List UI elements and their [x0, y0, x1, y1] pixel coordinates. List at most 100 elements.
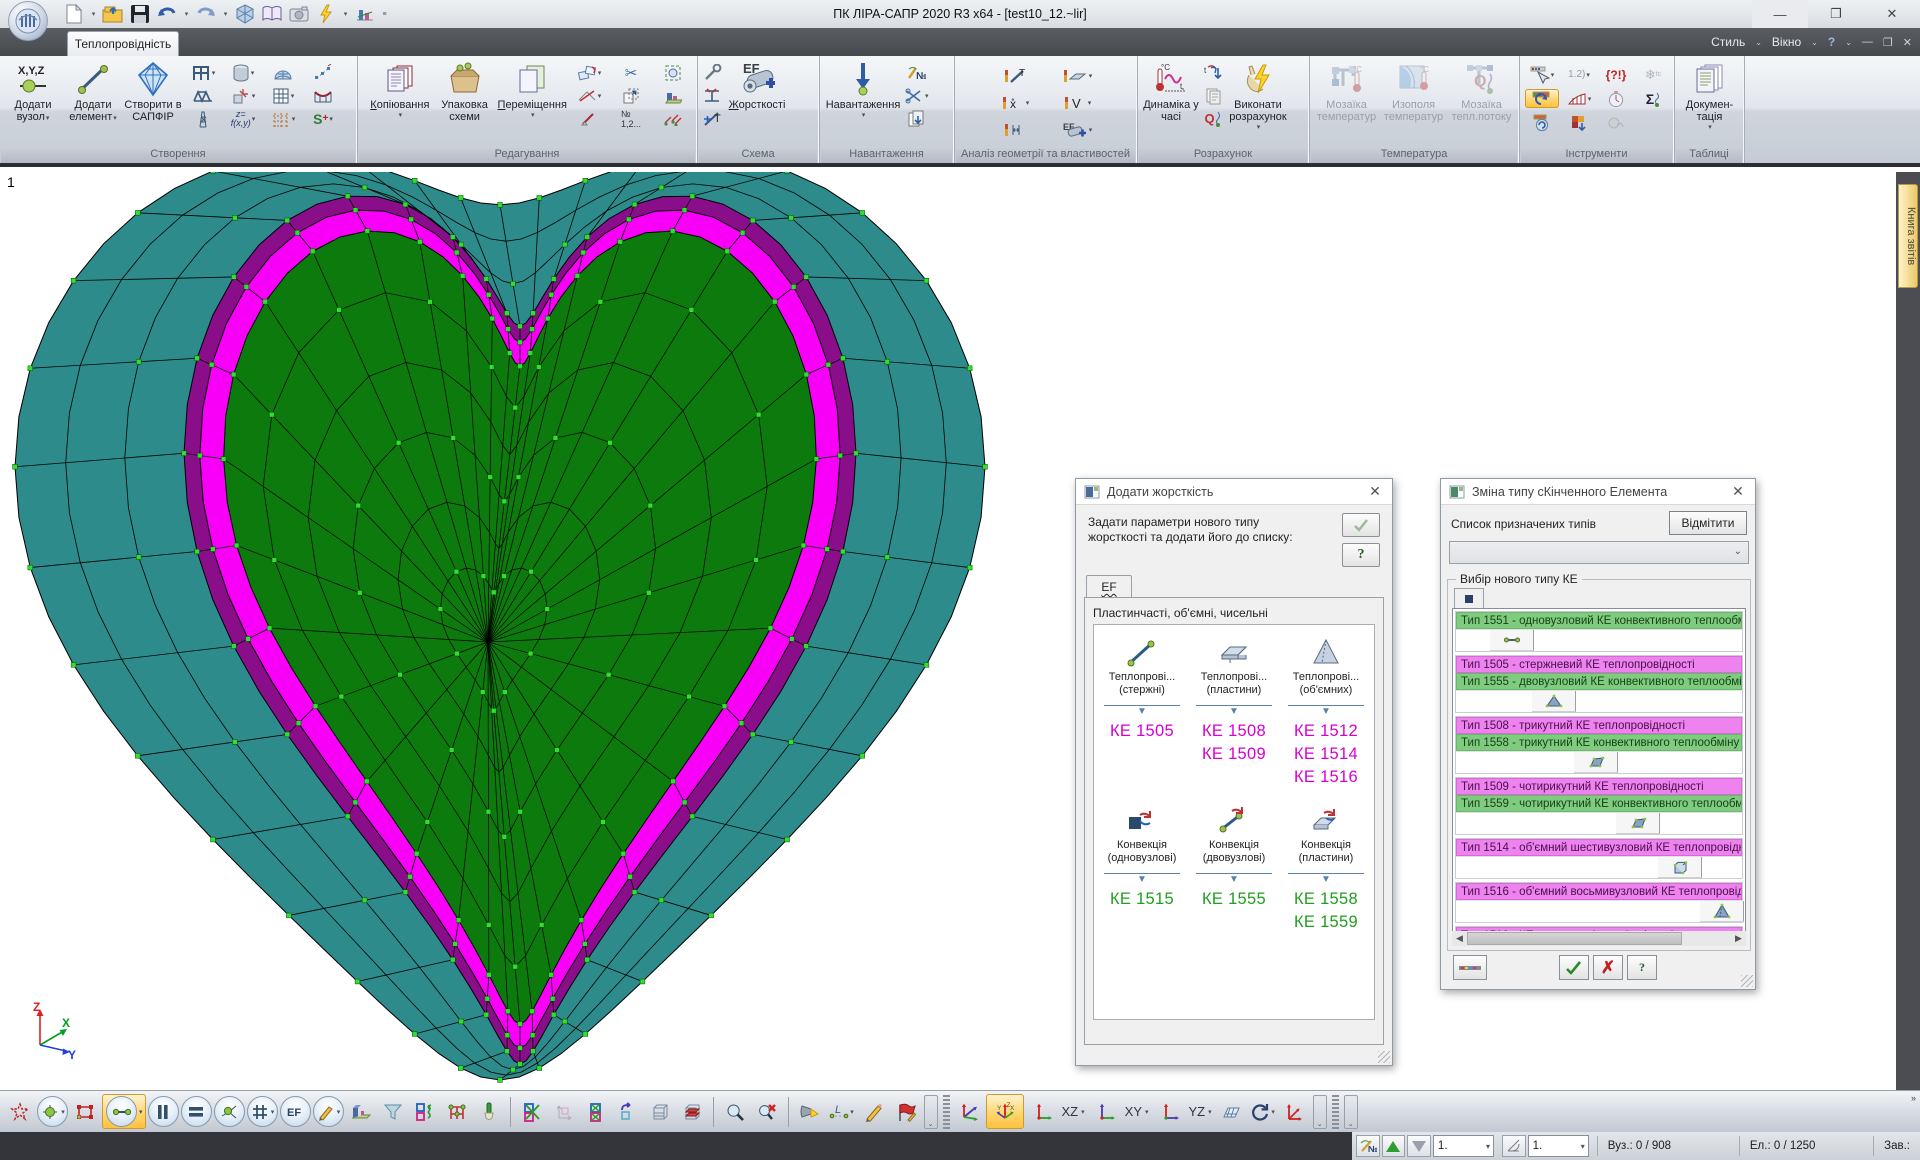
- measure-distance-button[interactable]: L▾: [827, 1096, 857, 1127]
- copy-fragment-icon[interactable]: [611, 86, 651, 105]
- hide-selected-button[interactable]: [517, 1096, 547, 1127]
- ke-number[interactable]: КЕ 1515: [1110, 888, 1174, 911]
- epure-icon[interactable]: ▾: [1561, 89, 1597, 108]
- fe-type-row[interactable]: Тип 1555 - двовузловий КЕ конвективного …: [1456, 673, 1742, 690]
- flag-notes-button[interactable]: [891, 1096, 921, 1127]
- show-floors-button[interactable]: [677, 1096, 707, 1127]
- snapshot-button[interactable]: [287, 2, 311, 26]
- ke-number[interactable]: КЕ 1559: [1294, 911, 1358, 934]
- sum-loads-icon[interactable]: Σ: [1635, 89, 1671, 108]
- draw-selection-dropdown[interactable]: ▾: [337, 1108, 341, 1116]
- renumber-status-icon[interactable]: №: [1356, 1135, 1380, 1157]
- scroll-right-icon[interactable]: ▶: [1731, 933, 1746, 944]
- view-xy-dropdown[interactable]: ▾: [1145, 1108, 1149, 1116]
- palette-button[interactable]: [1453, 955, 1487, 980]
- minimize-button[interactable]: —: [1752, 0, 1808, 28]
- erase-icon[interactable]: [569, 109, 609, 128]
- scrollbar-thumb[interactable]: [1467, 932, 1682, 945]
- cylinder-generator-icon[interactable]: ▾: [224, 63, 262, 82]
- view-isometry-button[interactable]: [954, 1096, 984, 1127]
- toolbar-grip[interactable]: [1332, 1095, 1339, 1129]
- mark-button[interactable]: Відмітити: [1669, 511, 1747, 535]
- show-wireframe-button[interactable]: [645, 1096, 675, 1127]
- rotate-angle-icon[interactable]: [1502, 1135, 1526, 1157]
- renumber-icon[interactable]: №1,2...: [611, 109, 651, 128]
- refresh-secondary-icon[interactable]: [1524, 113, 1560, 132]
- help-menu[interactable]: ?: [1828, 35, 1835, 49]
- restore-button[interactable]: ❐: [1808, 0, 1864, 28]
- rotate-copy-icon[interactable]: ▾: [569, 63, 609, 82]
- nodes-grid-button[interactable]: [70, 1096, 100, 1127]
- frame-generator-icon[interactable]: ▾: [184, 63, 222, 82]
- quad-type-icon[interactable]: [1574, 752, 1618, 773]
- run-calculation-dropdown[interactable]: ▾: [341, 2, 350, 26]
- undo-button[interactable]: [155, 2, 179, 26]
- sapfir-plus-icon[interactable]: S+▾: [304, 109, 342, 128]
- scale-combobox[interactable]: 1.▾: [1433, 1135, 1494, 1157]
- select-by-stiffness-button[interactable]: EF: [280, 1096, 311, 1127]
- scroll-left-icon[interactable]: ◀: [1452, 933, 1467, 944]
- redo-dropdown[interactable]: ▾: [221, 2, 230, 26]
- model-canvas[interactable]: 1 Z X Y Додати жорсткість ✕ Задати парам…: [0, 172, 1896, 1090]
- prism-type-icon[interactable]: [1658, 857, 1702, 878]
- window-menu[interactable]: Вікно: [1772, 35, 1801, 49]
- time-history-icon[interactable]: t: [1202, 63, 1224, 82]
- fe-family-item[interactable]: Теплопрові...(пластини)▼КЕ 1508КЕ 1509: [1188, 635, 1280, 789]
- confirm-button[interactable]: [1342, 513, 1380, 537]
- assigned-types-combobox[interactable]: ⌄: [1449, 541, 1749, 564]
- mosaic-export-icon[interactable]: [1561, 113, 1597, 132]
- move-button[interactable]: Переміщення▾: [498, 59, 568, 145]
- zoom-select-icon[interactable]: [653, 63, 693, 82]
- view-dimetry-button[interactable]: YZX: [990, 1096, 1020, 1127]
- select-grid-lines-dropdown[interactable]: ▾: [271, 1108, 275, 1116]
- view-xz-button[interactable]: XZ▾: [1028, 1096, 1085, 1127]
- view-dimetry-active[interactable]: YZX: [986, 1094, 1024, 1129]
- qat-overflow-button[interactable]: ≡: [380, 2, 389, 26]
- type-category-tab[interactable]: [1454, 588, 1484, 608]
- undo-dropdown[interactable]: ▾: [182, 2, 191, 26]
- node-coords-icon[interactable]: x̊▾: [987, 93, 1043, 112]
- toolbar-grip[interactable]: [943, 1095, 950, 1129]
- select-horizontal-plates-button[interactable]: [181, 1096, 212, 1127]
- select-grid-lines-button[interactable]: ▾: [247, 1096, 278, 1127]
- intersect-rods-icon[interactable]: T: [702, 109, 722, 128]
- cursor-palette-icon[interactable]: ▾: [1524, 65, 1560, 84]
- select-vertical-plates-button[interactable]: [148, 1096, 179, 1127]
- close-button[interactable]: ✕: [1864, 0, 1920, 28]
- fe-type-row[interactable]: Тип 1505 - стержневий КЕ теплопровідност…: [1456, 656, 1742, 673]
- mosaic-temperature-button[interactable]: °C Мозаїка температур: [1314, 59, 1379, 145]
- fe-type-row[interactable]: Тип 1514 - об'ємний шестивузловий КЕ теп…: [1456, 839, 1742, 856]
- distance-info-icon[interactable]: [987, 120, 1043, 139]
- select-elements-active[interactable]: ▾: [102, 1094, 146, 1129]
- load-button[interactable]: Навантаження▾: [824, 59, 902, 145]
- view-yz-dropdown[interactable]: ▾: [1208, 1108, 1212, 1116]
- mirror-icon[interactable]: ▾: [569, 86, 609, 105]
- documentation-button[interactable]: Докумен-тація▾: [1680, 59, 1740, 145]
- fe-family-item[interactable]: Теплопрові...(стержні)▼КЕ 1505: [1096, 635, 1188, 789]
- stiffness-button[interactable]: EF Жорсткості: [724, 59, 790, 145]
- load-number-icon[interactable]: №: [904, 63, 929, 82]
- tab-thermal-conductivity[interactable]: Теплопровідність: [67, 31, 179, 56]
- close-icon[interactable]: ✕: [1729, 483, 1747, 500]
- errors-icon[interactable]: {?!}: [1598, 65, 1634, 84]
- select-elements-button[interactable]: [106, 1096, 137, 1127]
- angle-combobox[interactable]: 1.▾: [1528, 1135, 1589, 1157]
- scale-down-button[interactable]: [1407, 1135, 1431, 1157]
- doc-close-button[interactable]: ✕: [1903, 36, 1912, 49]
- add-node-button[interactable]: X,Y,Z Додати вузол▾: [4, 59, 62, 145]
- view-xz-dropdown[interactable]: ▾: [1081, 1108, 1085, 1116]
- view-xy-button[interactable]: XY▾: [1091, 1096, 1149, 1127]
- node-scatter-icon[interactable]: [304, 63, 342, 82]
- ke-number[interactable]: КЕ 1509: [1202, 743, 1266, 766]
- rotate-view-dropdown[interactable]: ▾: [1271, 1108, 1275, 1116]
- hide-unselected-button[interactable]: [581, 1096, 611, 1127]
- redo-button[interactable]: [194, 2, 218, 26]
- fe-family-item[interactable]: Теплопрові...(об'ємних)▼КЕ 1512КЕ 1514КЕ…: [1280, 635, 1372, 789]
- mesh-refine-icon[interactable]: ▾: [264, 86, 302, 105]
- report-book-tab[interactable]: Книга звітів: [1898, 184, 1918, 288]
- run-calculation-quick-button[interactable]: [314, 2, 338, 26]
- freeze-icon[interactable]: ❄tc: [1635, 65, 1671, 84]
- spotlight-button[interactable]: [795, 1096, 825, 1127]
- fe-type-row[interactable]: Тип 1558 - трикутний КЕ конвективного те…: [1456, 734, 1742, 751]
- new-document-button[interactable]: [62, 2, 86, 26]
